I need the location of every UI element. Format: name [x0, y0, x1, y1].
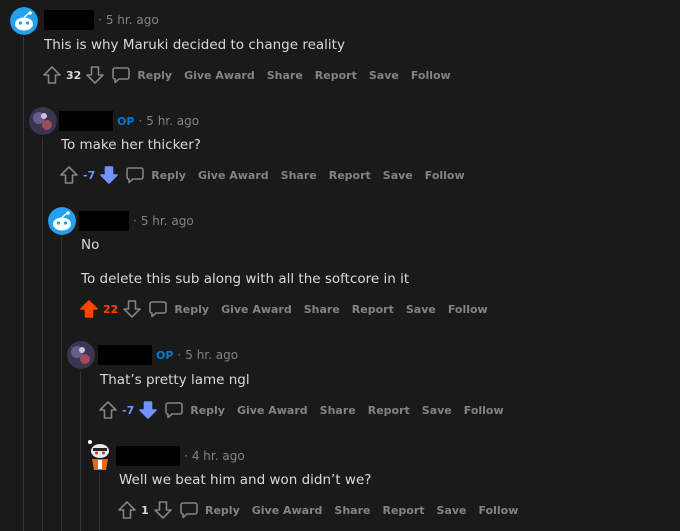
comment-text: No [81, 237, 100, 253]
reply-label: Reply [190, 403, 225, 417]
username-redacted[interactable] [116, 446, 180, 466]
comment-text: Well we beat him and won didn’t we? [119, 472, 372, 488]
reply-button[interactable]: Reply [148, 299, 209, 319]
snoo-default-avatar-icon[interactable] [48, 207, 76, 235]
vote-score: 1 [141, 503, 149, 517]
reply-button[interactable]: Reply [125, 165, 186, 185]
op-badge: OP [156, 348, 174, 362]
username-redacted[interactable] [44, 10, 94, 30]
report-button[interactable]: Report [368, 404, 410, 417]
reply-label: Reply [151, 168, 186, 182]
save-button[interactable]: Save [369, 69, 399, 82]
upvote-icon[interactable] [42, 65, 62, 85]
follow-button[interactable]: Follow [448, 303, 488, 316]
separator-dot: · [177, 348, 182, 362]
save-button[interactable]: Save [383, 169, 413, 182]
give-award-button[interactable]: Give Award [198, 169, 269, 182]
reply-button[interactable]: Reply [111, 65, 172, 85]
upvote-icon[interactable] [117, 500, 137, 520]
downvote-icon[interactable] [153, 500, 173, 520]
separator-dot: · [138, 114, 143, 128]
downvote-icon[interactable] [122, 299, 142, 319]
comment-bubble-icon [112, 67, 131, 84]
share-button[interactable]: Share [281, 169, 317, 182]
thread-line[interactable] [23, 36, 24, 531]
comment-timestamp[interactable]: 5 hr. ago [106, 13, 159, 27]
save-button[interactable]: Save [437, 504, 467, 517]
comment-text: To make her thicker? [61, 137, 201, 153]
comment-timestamp[interactable]: 5 hr. ago [141, 214, 194, 228]
downvote-icon-active[interactable] [138, 400, 158, 420]
comment-text: That’s pretty lame ngl [100, 372, 250, 388]
comment-bubble-icon [126, 167, 145, 184]
reply-button[interactable]: Reply [164, 400, 225, 420]
give-award-button[interactable]: Give Award [237, 404, 308, 417]
comment-text: This is why Maruki decided to change rea… [44, 37, 345, 53]
separator-dot: · [184, 449, 188, 463]
comment-timestamp[interactable]: 5 hr. ago [146, 114, 199, 128]
report-button[interactable]: Report [315, 69, 357, 82]
user-avatar-icon[interactable] [67, 341, 95, 369]
follow-button[interactable]: Follow [411, 69, 451, 82]
upvote-icon-active[interactable] [79, 299, 99, 319]
upvote-icon[interactable] [59, 165, 79, 185]
reply-label: Reply [205, 503, 240, 517]
reply-label: Reply [174, 302, 210, 316]
thread-line[interactable] [99, 472, 100, 531]
op-badge: OP [117, 114, 135, 128]
username-redacted[interactable] [98, 345, 152, 365]
upvote-icon[interactable] [98, 400, 118, 420]
downvote-icon-active[interactable] [99, 165, 119, 185]
snoo-default-avatar-icon[interactable] [10, 7, 38, 35]
save-button[interactable]: Save [422, 404, 452, 417]
comment-text: To delete this sub along with all the so… [81, 271, 410, 287]
thread-line[interactable] [42, 137, 43, 531]
comment-timestamp[interactable]: 5 hr. ago [185, 348, 238, 362]
follow-button[interactable]: Follow [425, 169, 465, 182]
follow-button[interactable]: Follow [479, 504, 519, 517]
report-button[interactable]: Report [382, 504, 424, 517]
snoo-custom-avatar-icon[interactable] [86, 439, 114, 471]
vote-score: -7 [83, 168, 96, 182]
report-button[interactable]: Report [329, 169, 371, 182]
username-redacted[interactable] [79, 211, 129, 231]
separator-dot: · [133, 214, 137, 228]
save-button[interactable]: Save [406, 303, 436, 316]
separator-dot: · [98, 13, 102, 27]
user-avatar-icon[interactable] [29, 107, 57, 135]
report-button[interactable]: Report [352, 303, 394, 316]
share-button[interactable]: Share [267, 69, 303, 82]
comment-bubble-icon [165, 402, 184, 419]
give-award-button[interactable]: Give Award [221, 303, 292, 316]
give-award-button[interactable]: Give Award [252, 504, 323, 517]
reply-label: Reply [137, 68, 173, 82]
share-button[interactable]: Share [334, 504, 370, 517]
downvote-icon[interactable] [85, 65, 105, 85]
share-button[interactable]: Share [320, 404, 356, 417]
vote-score: 32 [66, 68, 82, 82]
follow-button[interactable]: Follow [464, 404, 504, 417]
vote-score: 22 [103, 302, 119, 316]
reply-button[interactable]: Reply [179, 500, 240, 520]
username-redacted[interactable] [59, 111, 113, 131]
thread-line[interactable] [61, 237, 62, 531]
thread-line[interactable] [80, 372, 81, 531]
comment-bubble-icon [149, 301, 168, 318]
share-button[interactable]: Share [304, 303, 340, 316]
give-award-button[interactable]: Give Award [184, 69, 255, 82]
comment-timestamp[interactable]: 4 hr. ago [192, 449, 245, 463]
vote-score: -7 [122, 403, 135, 417]
comment-bubble-icon [180, 502, 198, 519]
